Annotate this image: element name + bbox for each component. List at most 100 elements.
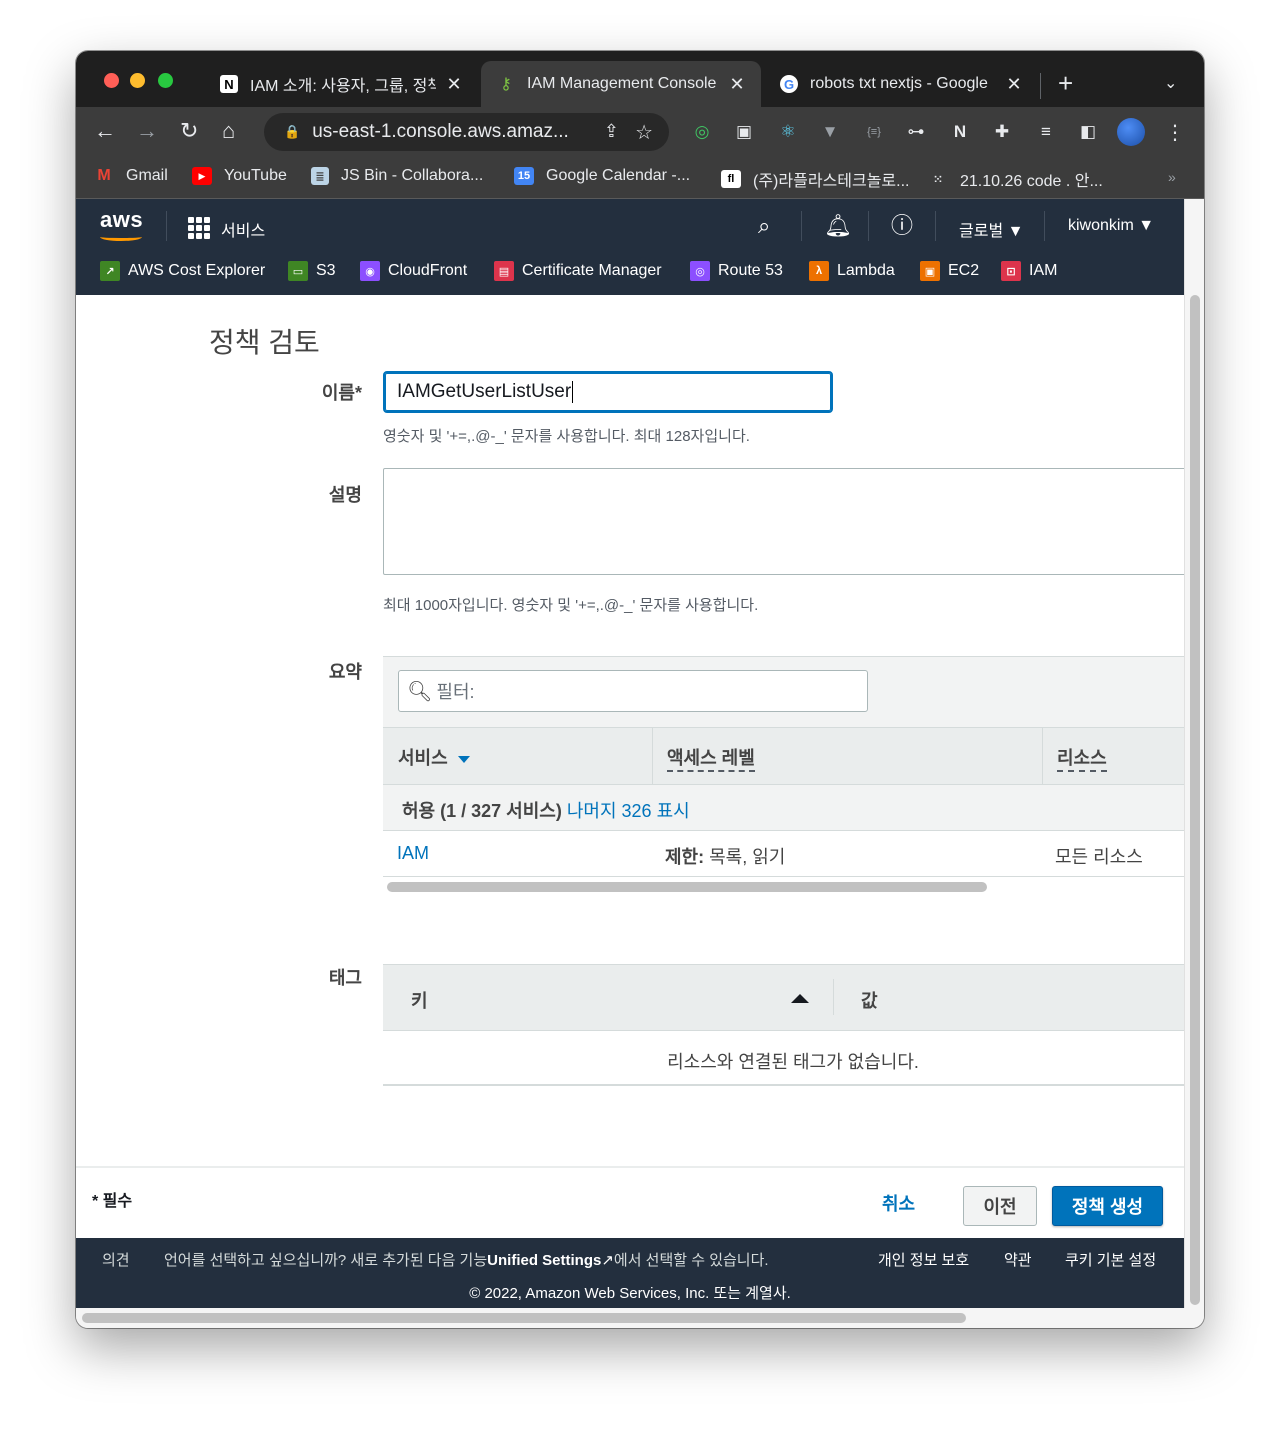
minimize-window-button[interactable] <box>130 73 145 88</box>
column-separator <box>1042 728 1043 785</box>
vue-devtools-icon[interactable]: ▼ <box>818 120 842 144</box>
access-level-prefix: 제한: <box>665 847 705 867</box>
column-key[interactable]: 키 <box>411 987 428 1013</box>
services-menu-button[interactable]: 서비스 <box>221 217 265 241</box>
password-key-icon[interactable]: ⊶ <box>904 120 928 144</box>
column-service[interactable]: 서비스 <box>398 744 470 770</box>
aws-logo[interactable]: aws <box>100 207 143 233</box>
divider <box>868 211 869 241</box>
cancel-button[interactable]: 취소 <box>882 1190 915 1216</box>
terms-link[interactable]: 약관 <box>1004 1249 1032 1270</box>
favorites-bar: ↗ AWS Cost Explorer ▭ S3 ◉ CloudFront ▤ … <box>76 247 1184 295</box>
table-row: IAM 제한: 목록, 읽기 모든 리소스 <box>383 831 1184 877</box>
filter-input[interactable]: 🔍︎ 필터: <box>398 670 868 712</box>
iam-icon: ⊡ <box>1001 261 1021 281</box>
favorite-ec2[interactable]: ▣ EC2 <box>920 261 979 281</box>
favorite-label: EC2 <box>948 262 980 279</box>
column-access-level[interactable]: 액세스 레벨 <box>667 744 755 772</box>
extension-pip-icon[interactable]: ▣ <box>732 120 756 144</box>
notification-bell-icon[interactable]: 🔔︎ <box>824 213 852 239</box>
tab-notion[interactable]: N IAM 소개: 사용자, 그룹, 정책 ✕ <box>204 61 478 107</box>
bookmark-gmail[interactable]: M Gmail <box>94 167 168 185</box>
bookmark-code[interactable]: ⁙ 21.10.26 code . 안... <box>928 167 1102 191</box>
close-window-button[interactable] <box>104 73 119 88</box>
forward-icon[interactable]: → <box>136 119 158 143</box>
tab-google[interactable]: G robots txt nextjs - Google ✕ <box>764 61 1038 107</box>
region-selector[interactable]: 글로벌 ▼ <box>959 217 1023 241</box>
tab-title: IAM 소개: 사용자, 그룹, 정책 <box>250 78 436 95</box>
json-viewer-icon[interactable]: {≡} <box>862 120 886 144</box>
laplace-icon: fl <box>721 170 741 188</box>
divider <box>1044 211 1045 241</box>
account-menu[interactable]: kiwonkim ▼ <box>1068 217 1154 235</box>
resource-cell: 모든 리소스 <box>1055 847 1143 867</box>
back-icon[interactable]: ← <box>94 119 116 143</box>
search-icon[interactable]: ⌕ <box>758 213 770 239</box>
route53-icon: ◎ <box>690 261 710 281</box>
previous-button[interactable]: 이전 <box>963 1186 1037 1226</box>
react-devtools-icon[interactable]: ⚛ <box>776 120 800 144</box>
page-vertical-scrollbar[interactable] <box>1184 199 1204 1309</box>
address-bar[interactable]: 🔒 us-east-1.console.aws.amaz... ⇪ ☆ <box>264 113 669 151</box>
home-icon[interactable]: ⌂ <box>222 119 235 143</box>
cost-explorer-icon: ↗ <box>100 261 120 281</box>
reload-icon[interactable]: ↻ <box>180 119 198 143</box>
bookmarks-overflow-icon[interactable]: » <box>1168 169 1176 185</box>
sort-ascending-icon[interactable] <box>791 994 809 1003</box>
feedback-link[interactable]: 의견 <box>102 1249 130 1270</box>
show-remaining-link[interactable]: 나머지 326 표시 <box>567 801 690 821</box>
favorite-cloudfront[interactable]: ◉ CloudFront <box>360 261 467 281</box>
table-horizontal-scrollbar[interactable] <box>387 882 987 892</box>
favorite-s3[interactable]: ▭ S3 <box>288 261 336 281</box>
privacy-link[interactable]: 개인 정보 보호 <box>878 1249 969 1270</box>
favorite-route53[interactable]: ◎ Route 53 <box>690 261 783 281</box>
tab-title: robots txt nextjs - Google <box>810 75 988 92</box>
bookmark-jsbin[interactable]: ≣ JS Bin - Collabora... <box>311 167 483 185</box>
share-icon[interactable]: ⇪ <box>604 121 619 142</box>
bookmark-laplace[interactable]: fl (주)라플라스테크놀로... <box>721 167 909 191</box>
favorite-label: Route 53 <box>718 262 783 279</box>
bookmark-star-icon[interactable]: ☆ <box>635 120 653 145</box>
bookmark-youtube[interactable]: ▶ YouTube <box>192 167 287 185</box>
scrollbar-thumb[interactable] <box>82 1313 966 1323</box>
notion-extension-icon[interactable]: N <box>948 120 972 144</box>
unified-settings-note: 언어를 선택하고 싶으십니까? 새로 추가된 다음 기능Unified Sett… <box>164 1249 769 1270</box>
favorite-lambda[interactable]: λ Lambda <box>809 261 895 281</box>
scrollbar-thumb[interactable] <box>1190 295 1200 1305</box>
service-link[interactable]: IAM <box>397 843 429 864</box>
close-tab-icon[interactable]: ✕ <box>444 74 464 95</box>
divider <box>935 211 936 241</box>
tab-iam-console[interactable]: ⚷ IAM Management Console ✕ <box>481 61 761 107</box>
services-grid-icon[interactable] <box>188 217 210 239</box>
reading-list-icon[interactable]: ≡ <box>1034 120 1058 144</box>
dots-icon: ⁙ <box>933 173 943 186</box>
column-resource[interactable]: 리소스 <box>1057 744 1107 772</box>
favorite-cost-explorer[interactable]: ↗ AWS Cost Explorer <box>100 261 265 281</box>
favorite-certificate-manager[interactable]: ▤ Certificate Manager <box>494 261 662 281</box>
policy-name-input[interactable]: IAMGetUserListUser <box>383 371 833 413</box>
tab-search-chevron-icon[interactable]: ⌄ <box>1164 73 1177 93</box>
help-icon[interactable]: ⓘ <box>891 213 913 239</box>
language-prompt: 언어를 선택하고 싶으십니까? 새로 추가된 다음 기능 <box>164 1252 488 1269</box>
extension-record-icon[interactable]: ◎ <box>690 120 714 144</box>
favorite-iam[interactable]: ⊡ IAM <box>1001 261 1057 281</box>
column-separator <box>833 979 834 1015</box>
unified-settings-link[interactable]: Unified Settings <box>487 1252 601 1269</box>
bookmarks-bar: M Gmail ▶ YouTube ≣ JS Bin - Collabora..… <box>76 157 1204 199</box>
column-value[interactable]: 값 <box>861 987 878 1013</box>
favorite-label: CloudFront <box>388 262 468 279</box>
description-textarea[interactable] <box>383 468 1184 575</box>
bookmark-google-calendar[interactable]: 15 Google Calendar -... <box>514 167 690 185</box>
page-horizontal-scrollbar[interactable] <box>76 1308 1204 1328</box>
browser-menu-icon[interactable]: ⋮ <box>1163 120 1187 144</box>
close-tab-icon[interactable]: ✕ <box>1004 74 1024 95</box>
profile-avatar[interactable] <box>1117 118 1145 146</box>
side-panel-icon[interactable]: ◧ <box>1076 120 1100 144</box>
extensions-puzzle-icon[interactable]: ✚ <box>990 120 1014 144</box>
bookmark-label: Gmail <box>126 167 168 184</box>
create-policy-button[interactable]: 정책 생성 <box>1052 1186 1163 1226</box>
close-tab-icon[interactable]: ✕ <box>727 74 747 95</box>
new-tab-button[interactable]: + <box>1058 69 1073 97</box>
cookie-preferences-link[interactable]: 쿠키 기본 설정 <box>1065 1249 1156 1270</box>
maximize-window-button[interactable] <box>158 73 173 88</box>
